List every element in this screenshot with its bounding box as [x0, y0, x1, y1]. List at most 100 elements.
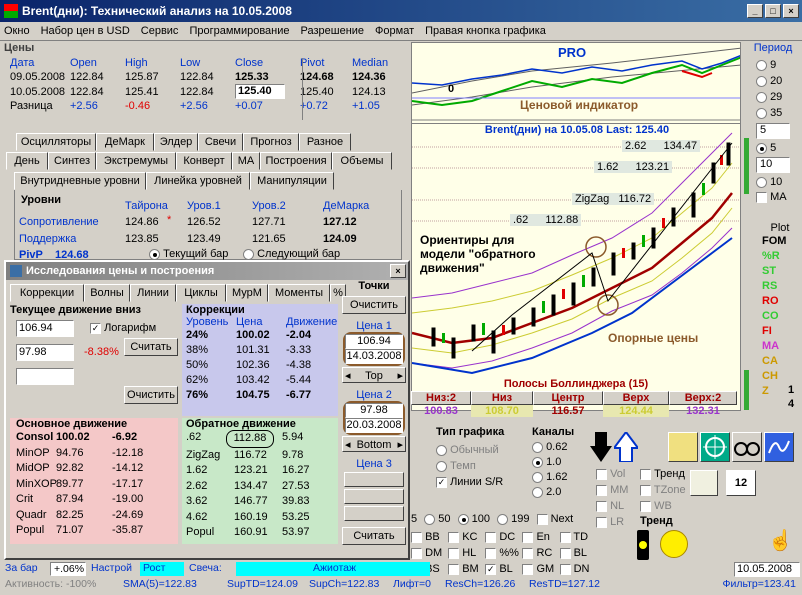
current-third-input[interactable]	[16, 368, 74, 385]
chart-area[interactable]: PRO 0 Ценовой индикатор Brent(дни) на 10…	[411, 42, 741, 411]
bb-checkbox[interactable]	[411, 531, 422, 543]
dialog-close-button[interactable]: ×	[390, 264, 406, 278]
minimize-button[interactable]: _	[747, 4, 763, 18]
calc-button[interactable]: Считать	[124, 338, 178, 356]
plot-fi[interactable]: FI	[762, 324, 802, 339]
tab-forecast[interactable]: Прогноз	[243, 133, 299, 151]
top-scroll-right-icon[interactable]: ▸	[397, 368, 403, 382]
tab-ma[interactable]: MA	[232, 152, 260, 170]
trend-checkbox[interactable]	[640, 468, 651, 480]
menu-right-button[interactable]: Правая кнопка графика	[425, 25, 546, 37]
dlg-tab-cycles[interactable]: Циклы	[176, 284, 226, 302]
period-35-radio[interactable]	[756, 107, 767, 119]
next-bar-radio[interactable]	[243, 248, 254, 260]
channel-20-radio[interactable]	[532, 486, 543, 498]
tab-manipulations[interactable]: Манипуляции	[250, 172, 334, 190]
plot-ro[interactable]: RO	[762, 294, 802, 309]
close-button[interactable]: ×	[783, 4, 799, 18]
hl-checkbox[interactable]	[448, 547, 460, 559]
wave-icon[interactable]	[764, 432, 794, 462]
mm-checkbox[interactable]	[596, 484, 607, 496]
menu-window[interactable]: Окно	[4, 25, 30, 37]
price2-date[interactable]: 20.03.2008	[345, 418, 403, 433]
plot-ca[interactable]: CA	[762, 354, 802, 369]
tab-volumes[interactable]: Объемы	[332, 152, 392, 170]
rc-checkbox[interactable]	[522, 547, 534, 559]
period-9-radio[interactable]	[756, 59, 767, 71]
price3-pos[interactable]	[344, 506, 404, 521]
points-clear-button[interactable]: Очистить	[342, 296, 406, 314]
channel-062-radio[interactable]	[532, 441, 543, 453]
td-checkbox[interactable]	[559, 531, 571, 543]
tab-envelope[interactable]: Конверт	[176, 152, 232, 170]
kc-checkbox[interactable]	[448, 531, 460, 543]
tab-day[interactable]: День	[6, 152, 48, 170]
trader-icon[interactable]	[668, 432, 698, 462]
sr-lines-checkbox[interactable]: ✓	[436, 476, 447, 488]
dlg-tab-moments[interactable]: Моменты	[268, 284, 330, 302]
clear-button[interactable]: Очистить	[124, 386, 178, 404]
current-low-input[interactable]: 97.98	[16, 344, 74, 361]
menu-prices-usd[interactable]: Набор цен в USD	[41, 25, 130, 37]
plot-ma[interactable]: MA	[762, 339, 802, 354]
chart-icon[interactable]	[690, 470, 718, 496]
tab-oscillators[interactable]: Осцилляторы	[16, 133, 96, 151]
calendar-icon[interactable]: 12	[726, 470, 756, 496]
period-field-2[interactable]: 10	[756, 157, 790, 173]
arrow-up-icon[interactable]	[612, 430, 640, 463]
opt-100-radio[interactable]	[457, 513, 469, 525]
price3-date[interactable]	[344, 489, 404, 504]
vol-checkbox[interactable]	[596, 468, 607, 480]
opt-50-radio[interactable]	[424, 513, 436, 525]
top-scroll-left-icon[interactable]: ◂	[345, 368, 351, 382]
lr-checkbox[interactable]	[596, 516, 607, 528]
glasses-icon[interactable]	[732, 432, 762, 462]
arrow-down-icon[interactable]	[590, 432, 612, 462]
plot-co[interactable]: CO	[762, 309, 802, 324]
points-calc-button[interactable]: Считать	[342, 527, 406, 545]
price1-value[interactable]: 106.94	[345, 334, 403, 349]
price2-value[interactable]: 97.98	[345, 403, 403, 418]
bottom-scroll-left-icon[interactable]: ◂	[345, 437, 351, 451]
plot-z[interactable]: Z	[762, 384, 802, 399]
price3-value[interactable]	[344, 472, 404, 487]
plot-fom[interactable]: FOM	[762, 234, 802, 249]
close-input[interactable]: 125.40	[235, 84, 285, 99]
target-icon[interactable]	[700, 432, 730, 462]
channel-10-radio[interactable]	[532, 456, 543, 468]
tab-level-ruler[interactable]: Линейка уровней	[146, 172, 250, 190]
tab-misc[interactable]: Разное	[299, 133, 351, 151]
normal-radio[interactable]	[436, 444, 447, 456]
bl-checkbox[interactable]	[559, 547, 571, 559]
plot-st[interactable]: ST	[762, 264, 802, 279]
maximize-button[interactable]: □	[765, 4, 781, 18]
tab-intraday-levels[interactable]: Внутридневные уровни	[14, 172, 146, 190]
menu-service[interactable]: Сервис	[141, 25, 179, 37]
tzone-checkbox[interactable]	[640, 484, 651, 496]
price1-date[interactable]: 14.03.2008	[345, 349, 403, 364]
dlg-tab-murm[interactable]: МурМ	[226, 284, 268, 302]
ma-checkbox[interactable]	[756, 191, 767, 203]
current-high-input[interactable]: 106.94	[16, 320, 74, 337]
channel-162-radio[interactable]	[532, 471, 543, 483]
pct-checkbox[interactable]	[485, 547, 497, 559]
dm-checkbox[interactable]	[411, 547, 422, 559]
dlg-tab-corrections[interactable]: Коррекции	[10, 284, 84, 302]
opt-199-radio[interactable]	[497, 513, 509, 525]
dc-checkbox[interactable]	[485, 531, 497, 543]
current-bar-radio[interactable]	[149, 248, 160, 260]
menu-resolution[interactable]: Разрешение	[301, 25, 365, 37]
menu-programming[interactable]: Программирование	[189, 25, 289, 37]
tab-constructions[interactable]: Построения	[260, 152, 332, 170]
next-checkbox[interactable]	[536, 513, 548, 525]
plot-rs[interactable]: RS	[762, 279, 802, 294]
bottom-scroll-right-icon[interactable]: ▸	[397, 437, 403, 451]
tab-candles[interactable]: Свечи	[198, 133, 243, 151]
tempo-radio[interactable]	[436, 460, 447, 472]
period-field-1[interactable]: 5	[756, 123, 790, 139]
logarithm-checkbox[interactable]: ✓	[90, 322, 101, 334]
en-checkbox[interactable]	[522, 531, 534, 543]
menu-format[interactable]: Формат	[375, 25, 414, 37]
period-5-radio[interactable]	[756, 142, 767, 154]
period-10-radio[interactable]	[756, 176, 767, 188]
